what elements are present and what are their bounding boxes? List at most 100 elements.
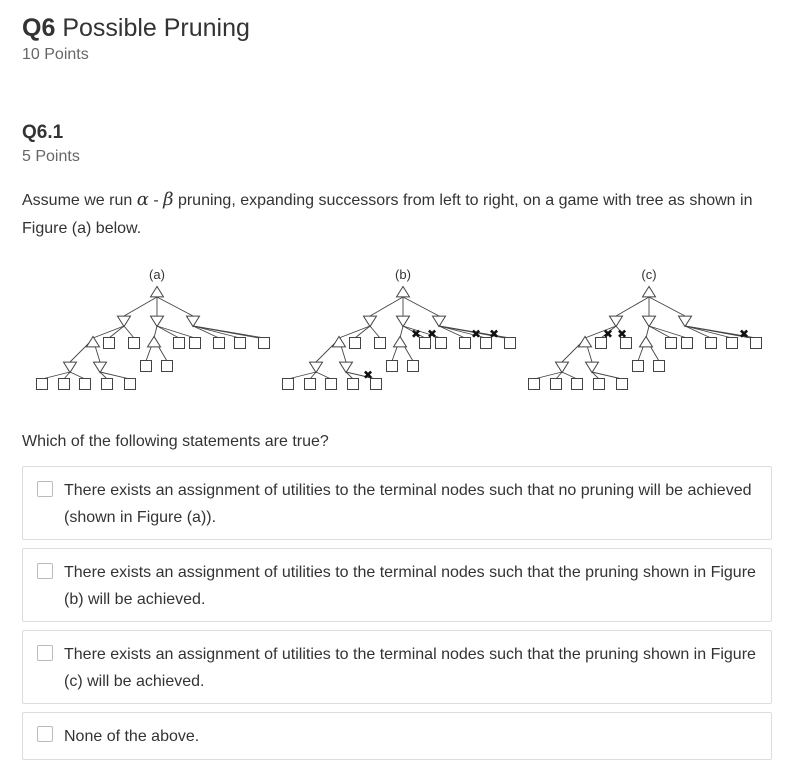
option-4[interactable]: None of the above. (22, 712, 772, 760)
terminal-node (653, 360, 665, 372)
game-tree-figures: (a) (b) ✖ ✖ ✖ ✖ ✖ (c) ✖ ✖ ✖ (36, 267, 762, 390)
terminal-node (349, 337, 361, 349)
terminal-node (665, 337, 677, 349)
prune-mark: ✖ (489, 327, 499, 341)
prompt-before: Assume we run (22, 192, 133, 209)
tree-edge (69, 371, 86, 380)
tree-edge (615, 296, 650, 317)
max-node (149, 285, 165, 298)
terminal-node (435, 337, 447, 349)
min-node (338, 361, 354, 374)
terminal-node (173, 337, 185, 349)
question-points: 10 Points (22, 46, 89, 63)
min-node (395, 315, 411, 328)
terminal-node (304, 378, 316, 390)
terminal-node (282, 378, 294, 390)
option-3-checkbox[interactable] (37, 645, 53, 661)
option-1[interactable]: There exists an assignment of utilities … (22, 466, 772, 540)
tree-edge (153, 325, 158, 339)
prune-mark: ✖ (427, 327, 437, 341)
terminal-node (726, 337, 738, 349)
terminal-node (189, 337, 201, 349)
beta-symbol: β (163, 189, 174, 210)
max-node (641, 285, 657, 298)
terminal-node (36, 378, 48, 390)
min-node (62, 361, 78, 374)
tree-edge (287, 371, 317, 380)
prune-mark: ✖ (739, 327, 749, 341)
prompt-after: pruning, expanding successors from left … (22, 192, 753, 237)
min-node (362, 315, 378, 328)
terminal-node (79, 378, 91, 390)
terminal-node (124, 378, 136, 390)
terminal-node (705, 337, 717, 349)
terminal-node (128, 337, 140, 349)
subquestion-number: Q6.1 (22, 122, 64, 143)
min-node (149, 315, 165, 328)
option-2-checkbox[interactable] (37, 563, 53, 579)
prune-mark: ✖ (411, 327, 421, 341)
tree-edge (648, 296, 686, 317)
min-node (431, 315, 447, 328)
min-node (677, 315, 693, 328)
figure-a: (a) (36, 267, 270, 390)
tree-edge (41, 371, 71, 380)
tree-edge (369, 296, 404, 317)
terminal-node (593, 378, 605, 390)
figure-label: (c) (641, 267, 656, 282)
terminal-node (161, 360, 173, 372)
terminal-node (58, 378, 70, 390)
max-node (638, 335, 654, 348)
tree-edge (645, 325, 650, 339)
alpha-symbol: α (136, 189, 149, 210)
terminal-node (374, 337, 386, 349)
tree-edge (315, 371, 332, 380)
question-number: Q6 (22, 14, 56, 42)
tree-edge (192, 325, 265, 339)
tree-edge (354, 325, 371, 339)
prune-mark: ✖ (603, 327, 613, 341)
tree-edge (92, 325, 125, 339)
figure-label: (b) (395, 267, 411, 282)
question-header: Q6 Possible Pruning 10 Points (22, 12, 250, 66)
terminal-node (528, 378, 540, 390)
max-node (85, 335, 101, 348)
terminal-node (616, 378, 628, 390)
terminal-node (571, 378, 583, 390)
question-title-text: Possible Pruning (62, 14, 250, 42)
terminal-node (407, 360, 419, 372)
max-node (331, 335, 347, 348)
min-node (116, 315, 132, 328)
tree-edge (402, 296, 440, 317)
tree-edge (399, 325, 404, 339)
figure-c: (c) ✖ ✖ ✖ (528, 267, 762, 390)
prompt-dash: - (148, 192, 164, 209)
terminal-node (325, 378, 337, 390)
subquestion-points: 5 Points (22, 148, 80, 165)
option-3[interactable]: There exists an assignment of utilities … (22, 630, 772, 704)
option-2[interactable]: There exists an assignment of utilities … (22, 548, 772, 622)
terminal-node (386, 360, 398, 372)
terminal-node (681, 337, 693, 349)
tree-edge (561, 371, 578, 380)
option-4-checkbox[interactable] (37, 726, 53, 742)
min-node (608, 315, 624, 328)
min-node (92, 361, 108, 374)
option-1-checkbox[interactable] (37, 481, 53, 497)
tree-edge (684, 325, 733, 339)
tree-edge (123, 325, 135, 339)
tree-edge (108, 325, 125, 339)
terminal-node (213, 337, 225, 349)
min-node (554, 361, 570, 374)
figure-label: (a) (149, 267, 165, 282)
prune-mark: ✖ (617, 327, 627, 341)
terminal-node (504, 337, 516, 349)
terminal-node (550, 378, 562, 390)
terminal-node (140, 360, 152, 372)
tree-edge (533, 371, 563, 380)
terminal-node (103, 337, 115, 349)
option-1-label: There exists an assignment of utilities … (64, 482, 752, 526)
terminal-node (750, 337, 762, 349)
terminal-node (258, 337, 270, 349)
max-node (392, 335, 408, 348)
